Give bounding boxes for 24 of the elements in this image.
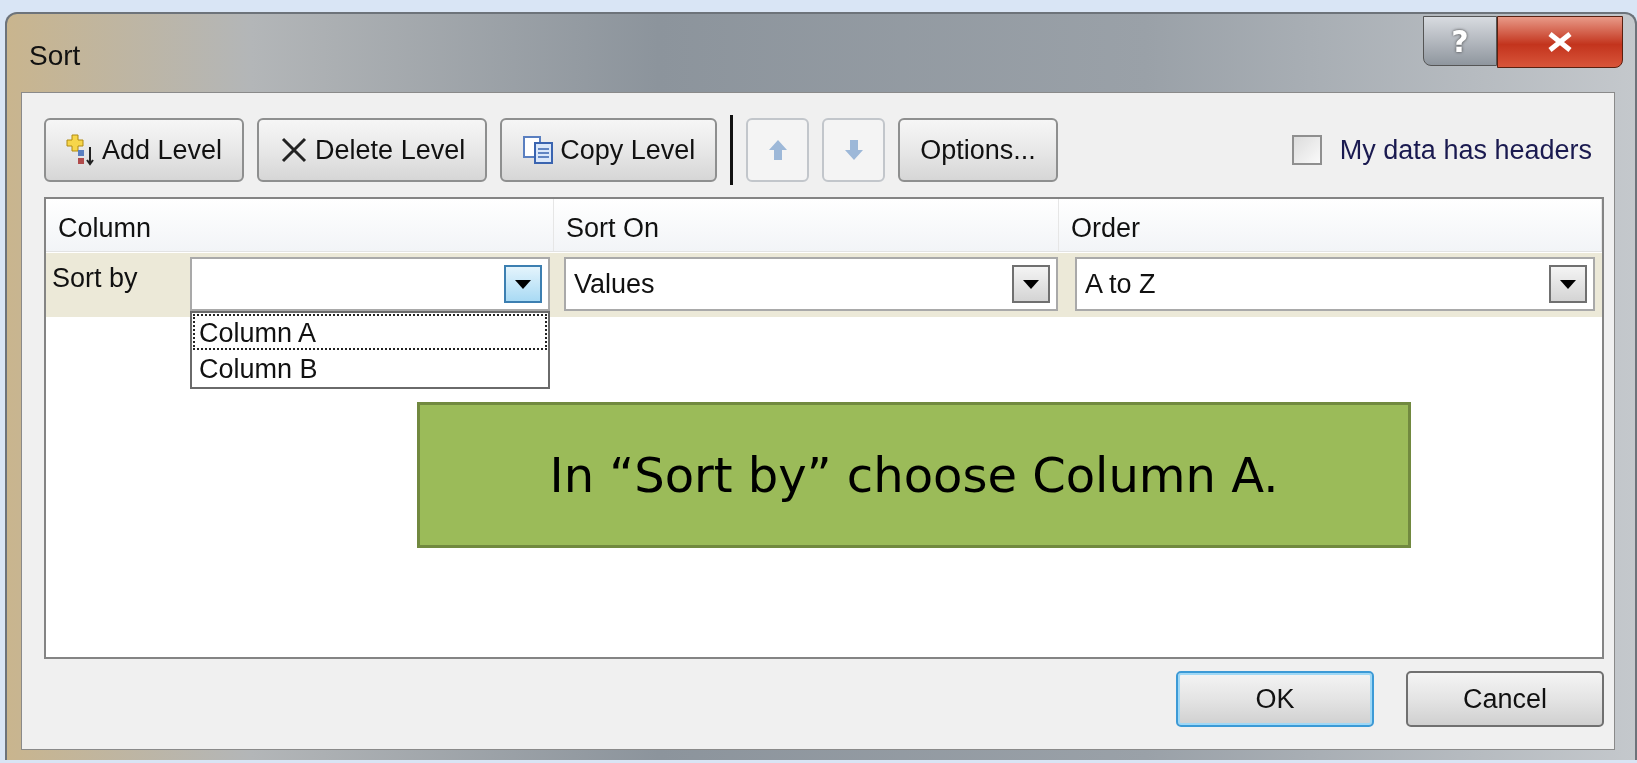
checkbox-label: My data has headers [1339, 134, 1592, 166]
toolbar-button[interactable]: Add Level [44, 118, 245, 182]
toolbar-button[interactable]: Copy Level [500, 118, 718, 182]
ok-button[interactable]: OK [1176, 671, 1374, 727]
column-header: Sort On [554, 199, 1059, 251]
dropdown-option[interactable]: Column A [193, 314, 547, 350]
dropdown-option[interactable]: Column B [193, 350, 547, 386]
column-header: Order [1059, 199, 1602, 251]
up-arrow-icon [767, 139, 788, 161]
close-icon [1546, 31, 1574, 53]
cancel-button[interactable]: Cancel [1406, 671, 1604, 727]
row-label: Sort by [52, 263, 139, 294]
checkbox[interactable] [1291, 135, 1322, 165]
dropdown[interactable]: A to Z [1075, 257, 1595, 311]
close-button[interactable] [1497, 16, 1623, 68]
column-header: Column [46, 199, 554, 251]
add-sort-icon [66, 133, 96, 167]
window-title: Sort [29, 40, 81, 72]
down-arrow-icon [843, 139, 864, 161]
toolbar-button[interactable]: Delete Level [257, 118, 488, 182]
copy-icon [522, 135, 555, 165]
toolbar-button[interactable]: Options... [898, 118, 1058, 182]
callout: In “Sort by” choose Column A. [417, 402, 1411, 548]
dropdown[interactable]: Values [564, 257, 1058, 311]
